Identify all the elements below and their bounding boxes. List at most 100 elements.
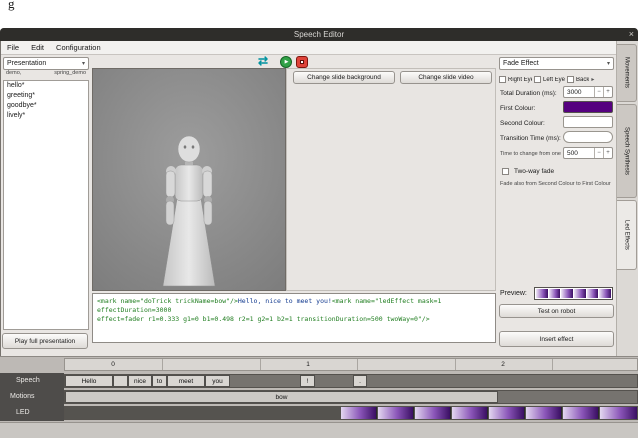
led-row-label: LED <box>16 409 30 416</box>
list-item-goodbye[interactable]: goodbye* <box>4 101 88 111</box>
left-eye-checkbox[interactable] <box>534 76 541 83</box>
led-gradient-segment <box>489 407 525 419</box>
two-way-fade-caption: Fade also from Second Colour to First Co… <box>500 181 613 187</box>
spinner-decrement-icon[interactable]: − <box>594 87 603 97</box>
chevron-down-icon: ▾ <box>607 60 610 67</box>
effect-preview-bar <box>534 287 613 300</box>
transition-time-field[interactable] <box>563 131 613 143</box>
sync-icon[interactable]: ⇄ <box>258 54 274 68</box>
slide-area <box>286 68 496 291</box>
menu-configuration[interactable]: Configuration <box>56 43 101 52</box>
preview-gradient-segment <box>561 289 573 298</box>
led-gradient-segment <box>415 407 451 419</box>
mark-tag-dotrick: <mark name="doTrick trickName=bow"/> <box>97 297 238 305</box>
stop-button[interactable] <box>296 56 308 68</box>
preview-gradient-segment <box>536 289 548 298</box>
speech-cell[interactable]: meet <box>167 375 205 387</box>
list-item-greeting[interactable]: greeting* <box>4 91 88 101</box>
preview-gradient-segment <box>574 289 586 298</box>
spinner-increment-icon[interactable]: + <box>603 148 612 158</box>
total-duration-spinner[interactable]: 3000 − + <box>563 86 613 98</box>
first-colour-swatch[interactable] <box>563 101 613 113</box>
preview-gradient-segment <box>587 289 599 298</box>
stop-icon <box>300 60 304 64</box>
back-leds-checkbox[interactable] <box>567 76 574 83</box>
ruler-tick <box>552 359 553 370</box>
mark-tag-ledeffect-params: effect=fader r1=0.333 g1=0 b1=0.498 r2=1… <box>97 315 430 323</box>
tab-led-effects[interactable]: Led Effects <box>617 200 637 270</box>
ruler-label-1: 1 <box>300 359 316 370</box>
list-item-hello[interactable]: hello* <box>4 81 88 91</box>
tab-movements[interactable]: Movements <box>617 44 637 102</box>
ruler-tick <box>357 359 358 370</box>
preview-gradient-segment <box>549 289 561 298</box>
two-way-fade-checkbox[interactable] <box>502 168 509 175</box>
speech-row-label: Speech <box>16 377 40 384</box>
presentation-list: hello* greeting* goodbye* lively* <box>3 80 89 330</box>
speech-cell[interactable]: nice <box>128 375 152 387</box>
led-gradient-segment <box>452 407 488 419</box>
spinner-increment-icon[interactable]: + <box>603 87 612 97</box>
speech-markup-editor[interactable]: <mark name="doTrick trickName=bow"/>Hell… <box>92 293 496 343</box>
two-way-fade-label: Two-way fade <box>514 168 609 175</box>
title-bar[interactable]: Speech Editor <box>0 28 638 41</box>
presentation-dropdown[interactable]: Presentation ▾ <box>3 57 89 70</box>
led-gradient-segment <box>600 407 637 419</box>
speech-cell[interactable]: Hello <box>65 375 113 387</box>
transition-time-label: Transition Time (ms): <box>500 135 562 142</box>
ruler-tick <box>455 359 456 370</box>
change-slide-video-button[interactable]: Change slide video <box>400 71 492 84</box>
change-time-spinner[interactable]: 500 − + <box>563 147 613 159</box>
close-icon[interactable]: × <box>629 28 634 41</box>
speech-cell[interactable]: to <box>152 375 167 387</box>
second-colour-swatch[interactable] <box>563 116 613 128</box>
play-full-presentation-button[interactable]: Play full presentation <box>2 333 88 349</box>
robot-viewport[interactable] <box>92 68 286 291</box>
change-time-label: Time to change from one colour <box>500 151 561 157</box>
change-slide-background-button[interactable]: Change slide background <box>293 71 395 84</box>
speech-cell[interactable]: . <box>353 375 367 387</box>
right-eye-checkbox[interactable] <box>499 76 506 83</box>
ruler-label-0: 0 <box>105 359 121 370</box>
effect-type-value: Fade Effect <box>503 60 539 67</box>
speech-cell[interactable]: you <box>205 375 230 387</box>
speech-cell[interactable]: ! <box>300 375 315 387</box>
led-track[interactable] <box>64 406 638 420</box>
right-eye-label: Right Eye <box>508 77 532 83</box>
spinner-decrement-icon[interactable]: − <box>594 148 603 158</box>
menu-file[interactable]: File <box>7 43 19 52</box>
chevron-down-icon: ▾ <box>82 60 85 67</box>
total-duration-label: Total Duration (ms): <box>500 90 562 97</box>
tree-header-group: spring_demo <box>54 70 86 76</box>
tab-speech-synthesis[interactable]: Speech Synthesis <box>617 104 637 198</box>
ruler-label-2: 2 <box>495 359 511 370</box>
robot-avatar <box>93 69 285 290</box>
markup-line-1: <mark name="doTrick trickName=bow"/>Hell… <box>97 297 491 315</box>
motions-row-label: Motions <box>10 393 35 400</box>
ruler-tick <box>260 359 261 370</box>
test-on-robot-button[interactable]: Test on robot <box>499 304 614 318</box>
led-gradient-segment <box>341 407 377 419</box>
speech-track[interactable]: Hello nice to meet you ! . <box>64 374 638 388</box>
play-icon: ▶ <box>284 59 289 65</box>
scroll-right-icon[interactable]: ▸ <box>591 76 594 83</box>
led-mask-checkbox-row: Right Eye Left Eye Back ▸ <box>499 74 614 85</box>
window-title: Speech Editor <box>294 30 344 39</box>
caption-fragment: g <box>8 0 15 12</box>
back-leds-label: Back <box>576 77 589 83</box>
second-colour-label: Second Colour: <box>500 120 562 127</box>
play-button[interactable]: ▶ <box>280 56 292 68</box>
effect-type-dropdown[interactable]: Fade Effect ▾ <box>499 57 614 70</box>
menu-edit[interactable]: Edit <box>31 43 44 52</box>
timeline-empty-strip <box>0 422 638 438</box>
insert-effect-button[interactable]: Insert effect <box>499 331 614 347</box>
speech-cell-empty[interactable] <box>113 375 128 387</box>
motion-cell-bow[interactable]: bow <box>65 391 498 403</box>
led-gradient-segment <box>563 407 599 419</box>
motions-track[interactable]: bow <box>64 390 638 404</box>
list-item-lively[interactable]: lively* <box>4 111 88 121</box>
timeline-ruler[interactable]: 0 1 2 <box>64 358 638 371</box>
tree-header-name: demo, <box>6 70 21 76</box>
left-eye-label: Left Eye <box>543 77 565 83</box>
change-time-value: 500 <box>564 150 594 157</box>
